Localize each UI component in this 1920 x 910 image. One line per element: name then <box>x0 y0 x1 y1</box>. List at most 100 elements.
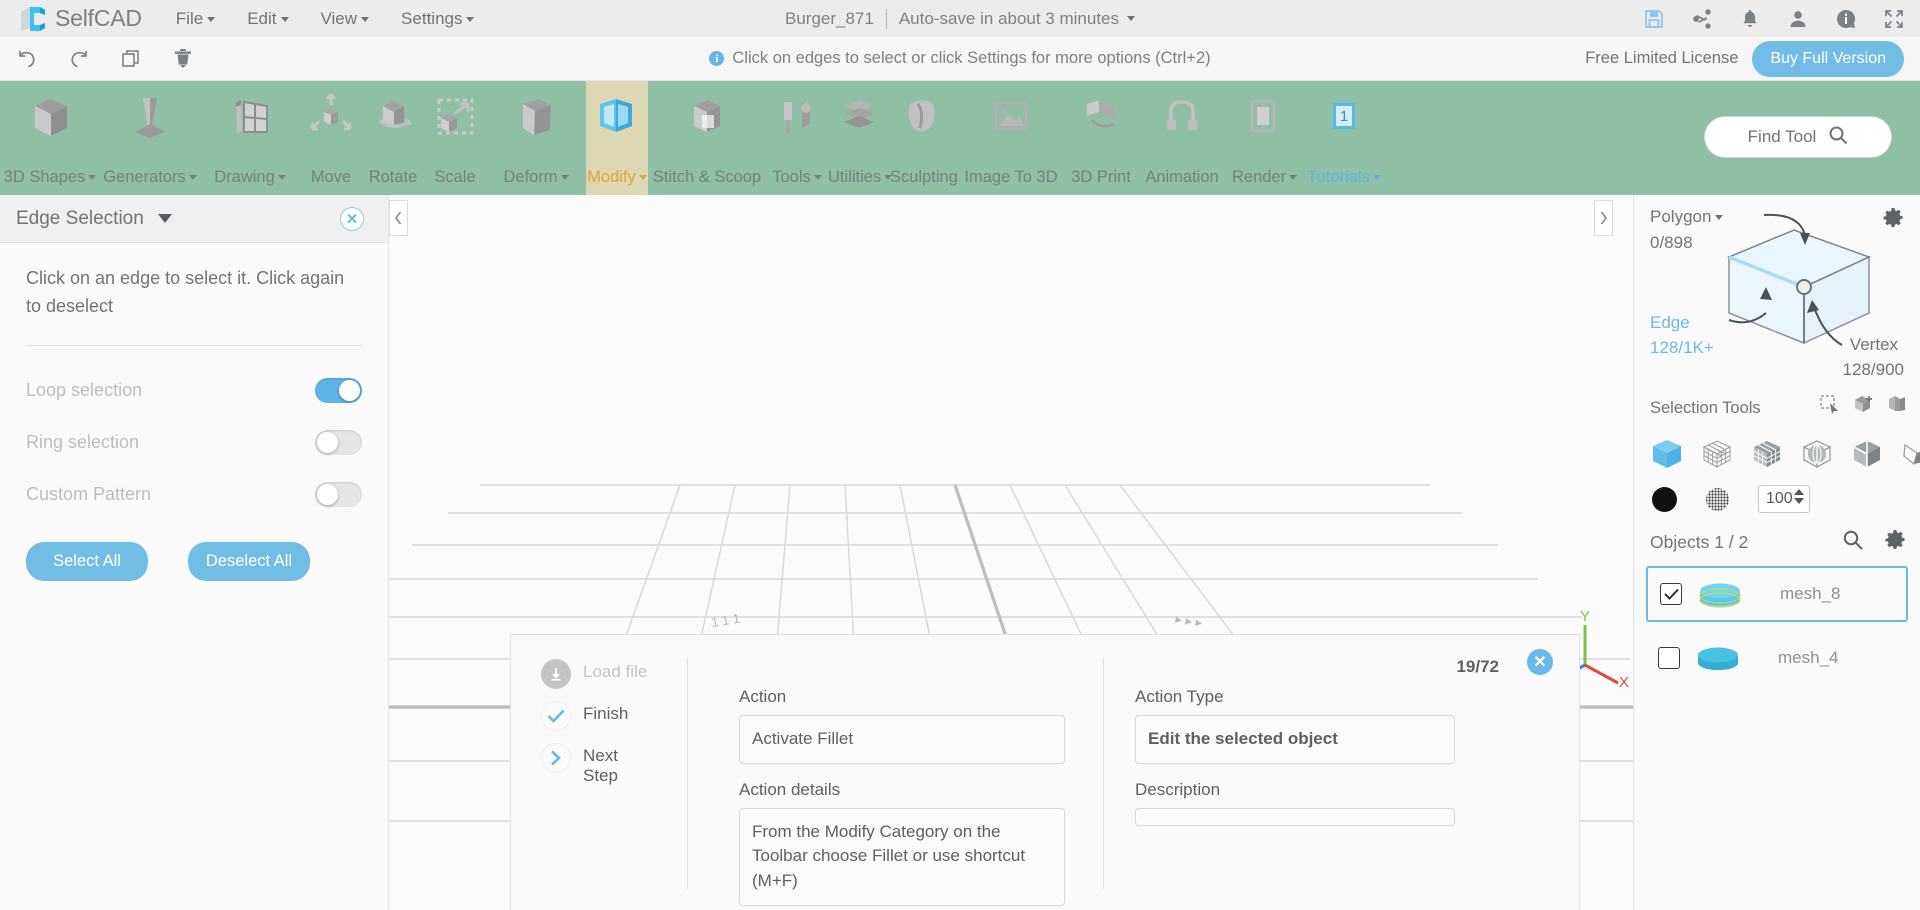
opacity-stepper[interactable]: 100 <box>1758 485 1810 513</box>
subdivided-cube-icon[interactable] <box>1750 437 1784 471</box>
notifications-bell-icon[interactable] <box>1738 7 1762 31</box>
sphere-in-cube-icon[interactable] <box>1800 437 1834 471</box>
extrude-cone-icon <box>122 89 178 145</box>
toolbar-category-tools[interactable]: Tools <box>766 81 828 195</box>
divider <box>687 657 688 889</box>
action-type-field[interactable]: Edit the selected object <box>1135 715 1455 764</box>
object-checkbox[interactable] <box>1660 583 1682 605</box>
option-loop-selection[interactable]: Loop selection <box>26 370 362 412</box>
caret-down-icon[interactable] <box>157 214 172 223</box>
option-custom-pattern[interactable]: Custom Pattern <box>26 474 362 516</box>
custom-pattern-toggle[interactable] <box>315 482 362 508</box>
flat-polygon-icon[interactable] <box>1900 437 1920 471</box>
toolbar-category-move[interactable]: Move <box>300 81 362 195</box>
loop-selection-toggle[interactable] <box>315 378 362 404</box>
delete-trash-icon[interactable] <box>170 46 196 72</box>
stepper-down-icon[interactable] <box>1794 498 1804 504</box>
action-value-field[interactable]: Activate Fillet <box>739 715 1065 764</box>
check-icon <box>541 701 571 731</box>
list-item[interactable]: mesh_4 <box>1646 630 1908 686</box>
close-icon[interactable]: ✕ <box>1527 649 1553 675</box>
toolbar-category-utilities[interactable]: Utilities <box>828 81 893 195</box>
toolbar-category-scale[interactable]: Scale <box>424 81 486 195</box>
edge-mode-label[interactable]: Edge <box>1650 313 1690 333</box>
copy-icon[interactable] <box>118 46 144 72</box>
search-icon[interactable] <box>1842 529 1864 556</box>
object-checkbox[interactable] <box>1658 647 1680 669</box>
tutorial-step-dialog: 19/72 ✕ Load file Finish Next Step Actio… <box>510 634 1580 910</box>
menu-item-edit[interactable]: Edit <box>247 8 289 29</box>
menu-item-file[interactable]: File <box>175 8 216 29</box>
autosave-status[interactable]: Auto-save in about 3 minutes <box>899 9 1119 29</box>
toolbar-label: Image To 3D <box>964 168 1058 186</box>
share-icon[interactable] <box>1690 7 1714 31</box>
chevron-down-icon <box>466 16 475 22</box>
option-label: Ring selection <box>26 432 140 453</box>
search-icon <box>1828 125 1848 150</box>
step-next-step[interactable]: Next Step <box>541 743 677 787</box>
vertex-mode-label[interactable]: Vertex <box>1850 335 1898 355</box>
menu-item-settings[interactable]: Settings <box>401 9 475 29</box>
option-ring-selection[interactable]: Ring selection <box>26 422 362 464</box>
step-finish[interactable]: Finish <box>541 701 677 731</box>
select-all-button[interactable]: Select All <box>26 541 148 581</box>
buy-full-version-button[interactable]: Buy Full Version <box>1752 40 1904 77</box>
save-icon[interactable] <box>1642 7 1666 31</box>
toolbar-category-rotate[interactable]: Rotate <box>362 81 424 195</box>
gear-icon[interactable] <box>1884 529 1906 556</box>
toolbar-label: Modify <box>587 168 636 186</box>
solid-cube-icon[interactable] <box>1650 437 1684 471</box>
collapse-right-panel-handle[interactable] <box>1594 200 1613 236</box>
toolbar-category-3d-print[interactable]: 3D Print <box>1070 81 1132 195</box>
edge-selection-panel: Edge Selection ✕ Click on an edge to sel… <box>0 195 389 910</box>
split-cube-icon[interactable] <box>1850 437 1884 471</box>
step-load-file[interactable]: Load file <box>541 659 677 689</box>
stepper-up-icon[interactable] <box>1794 489 1804 495</box>
redo-icon[interactable] <box>66 46 92 72</box>
info-icon[interactable] <box>1834 7 1858 31</box>
close-icon[interactable]: ✕ <box>340 206 364 231</box>
color-swatch[interactable] <box>1652 486 1677 512</box>
toolbar-category-image-to-3d[interactable]: Image To 3D <box>952 81 1070 195</box>
collapse-left-panel-handle[interactable] <box>389 200 408 236</box>
toolbar-category-stitch-and-scoop[interactable]: Stitch & Scoop <box>648 81 766 195</box>
toolbar-category-tutorials[interactable]: 1 Tutorials <box>1294 81 1394 195</box>
subtract-selection-icon[interactable] <box>1886 393 1908 415</box>
vertex-count: 128/900 <box>1842 360 1904 379</box>
toolbar-category-generators[interactable]: Generators <box>100 81 200 195</box>
chevron-down-icon[interactable] <box>1127 16 1136 21</box>
toolbar-category-deform[interactable]: Deform <box>486 81 586 195</box>
app-logo[interactable]: SelfCAD <box>18 4 142 34</box>
ring-selection-toggle[interactable] <box>315 430 362 456</box>
boolean-icon <box>679 89 735 145</box>
pencil-canvas-icon <box>222 89 278 145</box>
toolbar-category-drawing[interactable]: Drawing <box>200 81 300 195</box>
menu-label: File <box>175 8 204 28</box>
menu-item-view[interactable]: View <box>321 9 370 29</box>
find-tool-search[interactable]: Find Tool <box>1704 116 1892 158</box>
toolbar-category-modify[interactable]: Modify <box>586 81 648 195</box>
material-row: 100 <box>1634 471 1920 513</box>
step-label: Load file <box>583 662 648 681</box>
deselect-all-button[interactable]: Deselect All <box>188 541 310 581</box>
svg-text:Y: Y <box>1580 608 1590 625</box>
tutorial-steps: Load file Finish Next Step <box>541 659 677 799</box>
chevron-down-icon <box>638 175 647 181</box>
list-item[interactable]: mesh_8 <box>1646 566 1908 622</box>
undo-icon[interactable] <box>14 46 40 72</box>
halftone-sphere-icon[interactable] <box>1705 487 1730 512</box>
menu-label: Edit <box>247 8 277 28</box>
toolbar-category-3d-shapes[interactable]: 3D Shapes <box>0 81 100 195</box>
toolbar-category-sculpting[interactable]: Sculpting <box>890 81 958 195</box>
wireframe-cube-icon[interactable] <box>1700 437 1734 471</box>
rectangle-select-icon[interactable] <box>1818 393 1840 415</box>
user-account-icon[interactable] <box>1786 7 1810 31</box>
toolbar-category-animation[interactable]: Animation <box>1132 81 1232 195</box>
action-details-field[interactable]: From the Modify Category on the Toolbar … <box>739 807 1065 906</box>
description-field[interactable] <box>1135 807 1455 826</box>
stepper-arrows[interactable] <box>1794 489 1804 504</box>
fullscreen-icon[interactable] <box>1882 7 1906 31</box>
add-selection-icon[interactable] <box>1852 393 1874 415</box>
toolbar-category-render[interactable]: Render <box>1232 81 1298 195</box>
step-label: Next Step <box>583 746 618 786</box>
